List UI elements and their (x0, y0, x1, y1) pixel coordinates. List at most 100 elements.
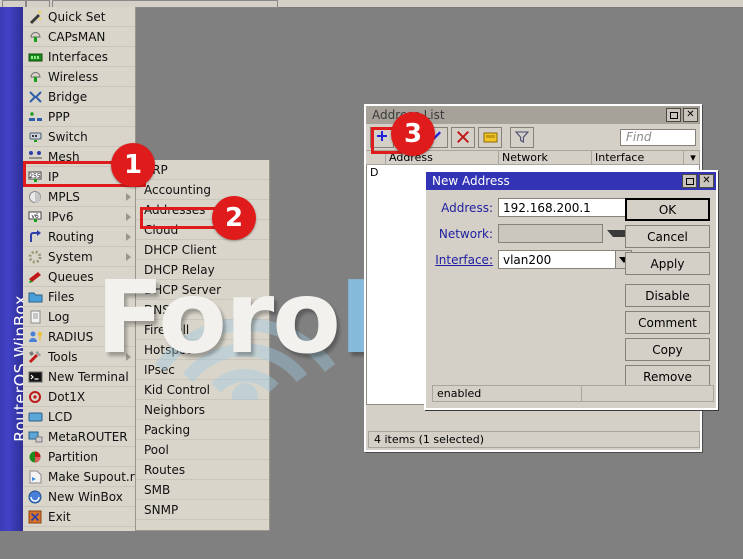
interfaces-icon (27, 49, 44, 65)
queues-icon (27, 269, 44, 285)
ipv6-icon: v6 (27, 209, 44, 225)
routing-icon (27, 229, 44, 245)
apply-button[interactable]: Apply (625, 252, 710, 275)
menu-item-metarouter[interactable]: MetaROUTER (23, 427, 135, 447)
submenu-item-label: Pool (144, 443, 169, 457)
submenu-item-accounting[interactable]: Accounting (136, 180, 269, 200)
dot1x-icon (27, 389, 44, 405)
cancel-button[interactable]: Cancel (625, 225, 710, 248)
maximize-icon[interactable] (666, 108, 681, 122)
filter-icon[interactable] (510, 127, 534, 148)
find-placeholder: Find (626, 130, 651, 144)
column-interface[interactable]: Interface (592, 151, 684, 164)
menu-item-exit[interactable]: Exit (23, 507, 135, 527)
submenu-item-snmp[interactable]: SNMP (136, 500, 269, 520)
menu-item-tools[interactable]: Tools (23, 347, 135, 367)
menu-item-label: System (48, 251, 93, 263)
row-flag: D (367, 166, 385, 179)
menu-item-files[interactable]: Files (23, 287, 135, 307)
menu-item-lcd[interactable]: LCD (23, 407, 135, 427)
menu-item-ppp[interactable]: PPP (23, 107, 135, 127)
menu-item-wireless[interactable]: Wireless (23, 67, 135, 87)
menu-item-ipv6[interactable]: v6 IPv6 (23, 207, 135, 227)
menu-item-routing[interactable]: Routing (23, 227, 135, 247)
submenu-item-arp[interactable]: ARP (136, 160, 269, 180)
winbox-icon (27, 489, 44, 505)
network-input[interactable] (498, 224, 603, 243)
new-address-title: New Address (432, 174, 680, 188)
menu-item-label: Interfaces (48, 51, 108, 63)
menu-item-queues[interactable]: Queues (23, 267, 135, 287)
lcd-icon (27, 409, 44, 425)
annotation-badge-2: 2 (212, 196, 256, 240)
menu-item-label: IPv6 (48, 211, 74, 223)
copy-button[interactable]: Copy (625, 338, 710, 361)
new-address-status-row: enabled (432, 385, 714, 402)
find-input[interactable]: Find (620, 129, 696, 146)
comment-button[interactable]: Comment (625, 311, 710, 334)
main-menu[interactable]: Quick Set CAPsMAN Interfaces WirelessBridge… (23, 7, 136, 531)
menu-item-quick-set[interactable]: Quick Set (23, 7, 135, 27)
menu-item-label: PPP (48, 111, 70, 123)
menu-item-label: MetaROUTER (48, 431, 128, 443)
menu-item-log[interactable]: Log (23, 307, 135, 327)
antenna-icon (27, 69, 44, 85)
menu-item-new-terminal[interactable]: New Terminal (23, 367, 135, 387)
disable-button[interactable]: Disable (625, 284, 710, 307)
submenu-item-packing[interactable]: Packing (136, 420, 269, 440)
menu-item-bridge[interactable]: Bridge (23, 87, 135, 107)
new-address-status-spare (582, 385, 714, 402)
menu-item-radius[interactable]: RADIUS (23, 327, 135, 347)
maximize-icon[interactable] (682, 174, 697, 188)
menu-item-switch[interactable]: Switch (23, 127, 135, 147)
annotation-badge-1: 1 (111, 143, 155, 187)
submenu-item-label: Neighbors (144, 403, 205, 417)
submenu-item-neighbors[interactable]: Neighbors (136, 400, 269, 420)
menu-item-label: New Terminal (48, 371, 129, 383)
new-address-dialog[interactable]: New Address ✕ Address: 192.168.200.1 Net… (424, 170, 718, 410)
radius-icon (27, 329, 44, 345)
switch-icon (27, 129, 44, 145)
new-address-titlebar[interactable]: New Address ✕ (426, 172, 716, 190)
mpls-icon (27, 189, 44, 205)
close-icon[interactable]: ✕ (699, 174, 714, 188)
exit-icon (27, 509, 44, 525)
log-icon (27, 309, 44, 325)
comment-address-button[interactable] (478, 127, 502, 148)
menu-item-interfaces[interactable]: Interfaces (23, 47, 135, 67)
submenu-item-pool[interactable]: Pool (136, 440, 269, 460)
disable-address-button[interactable] (451, 127, 475, 148)
menu-item-new-winbox[interactable]: New WinBox (23, 487, 135, 507)
menu-item-mpls[interactable]: MPLS (23, 187, 135, 207)
network-field-label: Network: (432, 227, 498, 241)
menu-item-system[interactable]: System (23, 247, 135, 267)
menu-item-make-supout-rif[interactable]: Make Supout.rif (23, 467, 135, 487)
menu-item-label: Partition (48, 451, 98, 463)
menu-item-label: MPLS (48, 191, 80, 203)
supout-icon (27, 469, 44, 485)
ok-button[interactable]: OK (625, 198, 710, 221)
interface-input-value: vlan200 (503, 253, 551, 267)
column-network[interactable]: Network (499, 151, 592, 164)
interface-field-label: Interface: (432, 253, 498, 267)
address-input[interactable]: 192.168.200.1 (498, 198, 632, 217)
bridge-icon (27, 89, 44, 105)
partition-icon (27, 449, 44, 465)
address-list-status: 4 items (1 selected) (368, 431, 700, 448)
menu-item-capsman[interactable]: CAPsMAN (23, 27, 135, 47)
menu-item-dot1x[interactable]: Dot1X (23, 387, 135, 407)
tools-icon (27, 349, 44, 365)
spine-label-wrap: RouterOS WinBox (0, 7, 23, 531)
close-icon[interactable]: ✕ (683, 108, 698, 122)
column-menu-icon[interactable]: ▾ (684, 151, 700, 164)
interface-input[interactable]: vlan200 (498, 250, 616, 269)
submenu-item-smb[interactable]: SMB (136, 480, 269, 500)
submenu-item-routes[interactable]: Routes (136, 460, 269, 480)
menu-item-partition[interactable]: Partition (23, 447, 135, 467)
chevron-right-icon (126, 233, 131, 241)
annotation-badge-3: 3 (391, 112, 435, 156)
menu-item-label: Dot1X (48, 391, 85, 403)
menu-item-label: Queues (48, 271, 94, 283)
winbox-side-spine: RouterOS WinBox (0, 7, 23, 531)
menu-item-label: CAPsMAN (48, 31, 105, 43)
